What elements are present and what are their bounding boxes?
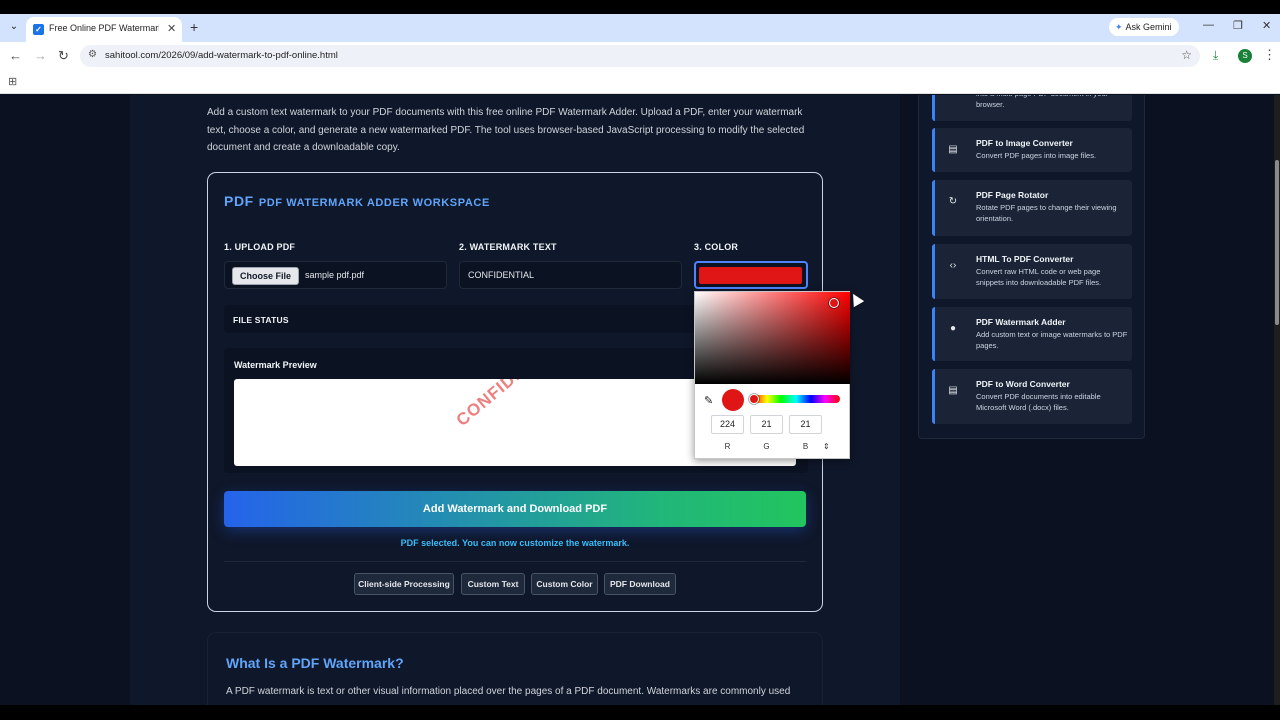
tab-strip: ⌄ ✓ Free Online PDF Watermark Ad ✕ + ✦As… [0,14,1280,42]
watermark-preview-label: Watermark Preview [234,360,317,370]
tool-name: PDF to Word Converter [976,379,1070,389]
feature-chip: Custom Color [531,573,598,595]
profile-avatar[interactable]: S [1238,49,1252,63]
bookmark-star-icon[interactable]: ☆ [1181,48,1192,62]
menu-icon[interactable]: ⋮ [1263,47,1276,63]
tool-card-pdf-to-word[interactable]: ▤ PDF to Word Converter Convert PDF docu… [932,369,1132,424]
back-icon[interactable]: ← [9,48,22,64]
dot-icon: ● [949,323,957,334]
tool-card-pdf-to-image[interactable]: ▤ PDF to Image Converter Convert PDF pag… [932,128,1132,172]
restore-icon[interactable]: ❐ [1233,19,1243,32]
tool-name: HTML To PDF Converter [976,254,1074,264]
upload-label: 1. UPLOAD PDF [224,242,296,252]
watermark-text-label: 2. WATERMARK TEXT [459,242,557,252]
watermark-text-value: CONFIDENTIAL [468,270,535,280]
feature-chip: PDF Download [604,573,676,595]
ask-gemini-button[interactable]: ✦ Ask Gemini [1109,18,1179,36]
tool-name: PDF to Image Converter [976,138,1073,148]
tool-desc: into a multi-page PDF document in your b… [976,95,1108,109]
image-file-icon: ▤ [948,144,958,155]
site-info-icon[interactable]: ⚙ [88,49,97,60]
sidebar: into a multi-page PDF document in your b… [902,95,1274,705]
screen-bottom-bar [0,705,1280,720]
hue-slider-thumb[interactable] [749,394,759,404]
apps-grid-icon[interactable]: ⊞ [8,75,17,88]
minimize-icon[interactable]: — [1203,19,1214,31]
file-input[interactable]: Choose File sample pdf.pdf [224,261,447,289]
file-status-label: FILE STATUS [233,315,289,325]
bookmarks-bar: ⊞ [0,70,1280,94]
tool-card-html-to-pdf[interactable]: ‹› HTML To PDF Converter Convert raw HTM… [932,244,1132,299]
choose-file-button[interactable]: Choose File [232,267,299,285]
favicon-icon: ✓ [33,24,44,35]
omnibox[interactable]: ⚙ sahitool.com/2026/09/add-watermark-to-… [80,45,1200,67]
related-tools-panel: into a multi-page PDF document in your b… [918,95,1145,439]
active-tab[interactable]: ✓ Free Online PDF Watermark Ad ✕ [26,17,182,42]
color-preview-dot [722,389,744,411]
what-is-watermark-section: What Is a PDF Watermark? A PDF watermark… [207,632,823,705]
tool-card-page-rotator[interactable]: ↻ PDF Page Rotator Rotate PDF pages to c… [932,180,1132,236]
url-text[interactable]: sahitool.com/2026/09/add-watermark-to-pd… [105,50,338,61]
file-name: sample pdf.pdf [305,270,365,280]
red-label: R [724,442,731,451]
green-label: G [763,442,770,451]
tool-desc: Convert PDF pages into image files. [976,151,1097,160]
color-input[interactable] [694,261,808,289]
gemini-sparkle-icon: ✦ [1115,22,1123,32]
blue-label: B [802,442,809,451]
reload-icon[interactable]: ↻ [58,48,69,64]
code-icon: ‹› [949,260,957,271]
tab-search-icon[interactable]: ⌄ [6,19,22,35]
scrollbar-thumb[interactable] [1275,160,1279,325]
rotate-icon: ↻ [948,196,958,207]
intro-paragraph: Add a custom text watermark to your PDF … [207,107,805,153]
pdf-tag: PDF [224,193,254,209]
new-tab-icon[interactable]: + [190,19,198,35]
status-message: PDF selected. You can now customize the … [400,538,630,548]
color-picker-popup: ✎ 224 21 21 R G B ⇕ [694,291,850,459]
red-input[interactable]: 224 [711,415,744,434]
green-input[interactable]: 21 [750,415,783,434]
saturation-handle[interactable] [829,298,839,308]
tab-title: Free Online PDF Watermark Ad [49,23,159,33]
screen-top-bar [0,0,1280,14]
watermark-text-input[interactable]: CONFIDENTIAL [459,261,682,289]
hue-slider[interactable] [749,394,840,404]
saturation-value-area[interactable] [695,292,850,384]
ask-gemini-label: Ask Gemini [1125,22,1172,32]
format-toggle-icon[interactable]: ⇕ [823,442,830,451]
close-icon[interactable]: ✕ [167,22,176,35]
color-swatch[interactable] [699,267,802,284]
add-watermark-download-button[interactable]: Add Watermark and Download PDF [224,491,806,527]
tool-desc: Add custom text or image watermarks to P… [976,330,1128,350]
color-label: 3. COLOR [694,242,739,252]
tool-card-watermark-adder[interactable]: ● PDF Watermark Adder Add custom text or… [932,307,1132,361]
section-title: What Is a PDF Watermark? [226,655,404,671]
address-bar-row: ← → ↻ ⚙ sahitool.com/2026/09/add-waterma… [0,42,1280,70]
page-viewport: Add a custom text watermark to your PDF … [0,95,1280,705]
page-scrollbar[interactable] [1274,95,1280,705]
blue-input[interactable]: 21 [789,415,822,434]
tool-desc: Convert PDF documents into editable Micr… [976,392,1101,412]
feature-chip: Custom Text [461,573,525,595]
eyedropper-icon[interactable]: ✎ [704,394,713,407]
tool-desc: Rotate PDF pages to change their viewing… [976,203,1117,223]
divider [224,561,806,562]
forward-icon[interactable]: → [34,48,47,64]
workspace-title: PDF PDF WATERMARK ADDER WORKSPACE [224,193,490,209]
tool-name: PDF Watermark Adder [976,317,1066,327]
tool-card-partial[interactable]: into a multi-page PDF document in your b… [932,95,1132,121]
download-icon[interactable]: ⤓ [1213,48,1218,63]
tool-name: PDF Page Rotator [976,190,1049,200]
document-icon: ▤ [948,385,958,396]
workspace-title-text: PDF WATERMARK ADDER WORKSPACE [258,197,490,209]
tool-desc: Convert raw HTML code or web page snippe… [976,267,1102,287]
preview-watermark-text: CONFIDENTIAL [453,379,572,431]
window-close-icon[interactable]: ✕ [1262,19,1271,32]
section-text: A PDF watermark is text or other visual … [226,686,791,697]
feature-chip: Client-side Processing [354,573,454,595]
